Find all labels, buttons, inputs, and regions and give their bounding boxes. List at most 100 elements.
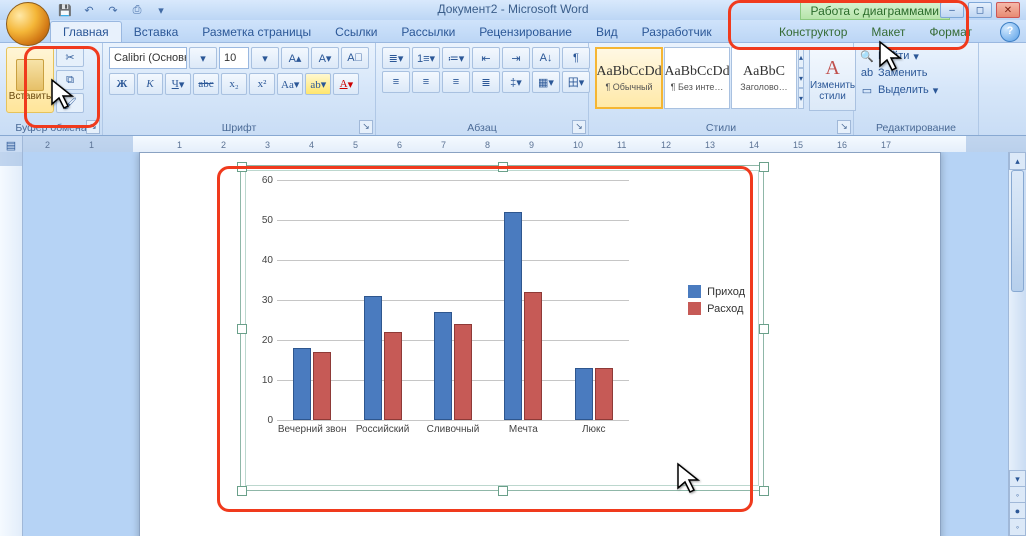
gallery-more-button[interactable]: ▾	[798, 88, 804, 109]
selection-handle[interactable]	[237, 486, 247, 496]
x-tick-label: Мечта	[488, 424, 558, 436]
cut-button[interactable]: ✂	[56, 47, 84, 67]
maximize-button[interactable]: ◻	[968, 2, 992, 18]
show-marks-button[interactable]: ¶	[562, 47, 590, 69]
font-name-combo[interactable]: Calibri (Основной те	[109, 47, 187, 69]
document-area[interactable]: 0102030405060 Вечерний звонРоссийскийСли…	[23, 152, 1026, 536]
selection-handle[interactable]	[237, 324, 247, 334]
tab-view[interactable]: Вид	[584, 22, 630, 42]
bar[interactable]	[524, 292, 542, 420]
bar[interactable]	[575, 368, 593, 420]
find-button[interactable]: 🔍Найти ▾	[860, 49, 972, 63]
bar[interactable]	[454, 324, 472, 420]
tab-chart-design[interactable]: Конструктор	[767, 22, 859, 42]
bullets-button[interactable]: ≣▾	[382, 47, 410, 69]
office-button[interactable]	[6, 2, 50, 46]
selection-handle[interactable]	[759, 324, 769, 334]
multilevel-list-button[interactable]: ≔▾	[442, 47, 470, 69]
undo-icon[interactable]: ↶	[80, 2, 98, 18]
strikethrough-button[interactable]: abc	[193, 73, 219, 95]
chart-object[interactable]: 0102030405060 Вечерний звонРоссийскийСли…	[240, 165, 764, 491]
redo-icon[interactable]: ↷	[104, 2, 122, 18]
tab-chart-layout[interactable]: Макет	[859, 22, 917, 42]
align-right-button[interactable]: ≡	[442, 71, 470, 93]
increase-indent-button[interactable]: ⇥	[502, 47, 530, 69]
vertical-ruler[interactable]	[0, 152, 23, 536]
font-color-button[interactable]: A▾	[333, 73, 359, 95]
align-left-button[interactable]: ≡	[382, 71, 410, 93]
bar[interactable]	[384, 332, 402, 420]
tab-references[interactable]: Ссылки	[323, 22, 389, 42]
legend-item: Приход	[688, 285, 745, 298]
bar[interactable]	[364, 296, 382, 420]
group-styles-label: Стили	[706, 122, 736, 134]
underline-button[interactable]: Ч▾	[165, 73, 191, 95]
line-spacing-button[interactable]: ‡▾	[502, 71, 530, 93]
shading-button[interactable]: ▦▾	[532, 71, 560, 93]
clear-formatting-button[interactable]: A⃠	[341, 47, 369, 69]
selection-handle[interactable]	[498, 162, 508, 172]
tab-review[interactable]: Рецензирование	[467, 22, 584, 42]
selection-handle[interactable]	[759, 486, 769, 496]
font-name-dropdown[interactable]: ▾	[189, 47, 217, 69]
replace-button[interactable]: abЗаменить	[860, 66, 972, 80]
style-name: ¶ Без инте…	[671, 82, 724, 92]
selection-handle[interactable]	[759, 162, 769, 172]
select-button[interactable]: ▭Выделить ▾	[860, 83, 972, 97]
numbering-button[interactable]: 1≡▾	[412, 47, 440, 69]
style-gallery-item[interactable]: AaBbCcDd¶ Обычный	[595, 47, 663, 109]
save-icon[interactable]: 💾	[56, 2, 74, 18]
bar[interactable]	[313, 352, 331, 420]
selection-handle[interactable]	[498, 486, 508, 496]
minimize-button[interactable]: –	[940, 2, 964, 18]
bar[interactable]	[434, 312, 452, 420]
change-styles-icon: A	[825, 57, 839, 80]
next-page-button[interactable]: ◦	[1009, 518, 1026, 536]
copy-button[interactable]: ⧉	[56, 70, 84, 90]
italic-button[interactable]: К	[137, 73, 163, 95]
decrease-indent-button[interactable]: ⇤	[472, 47, 500, 69]
subscript-button[interactable]: x₂	[221, 73, 247, 95]
change-styles-button[interactable]: A Изменить стили	[809, 47, 856, 111]
scroll-thumb[interactable]	[1011, 170, 1024, 292]
close-button[interactable]: ✕	[996, 2, 1020, 18]
paragraph-launcher[interactable]: ↘	[572, 120, 586, 134]
tab-mailings[interactable]: Рассылки	[389, 22, 467, 42]
tab-home[interactable]: Главная	[50, 21, 122, 42]
bar[interactable]	[504, 212, 522, 420]
style-gallery-item[interactable]: AaBbCЗаголово…	[731, 47, 797, 109]
clipboard-launcher[interactable]: ↘	[86, 120, 100, 134]
align-center-button[interactable]: ≡	[412, 71, 440, 93]
gallery-down-button[interactable]: ▾	[798, 68, 804, 89]
tab-chart-format[interactable]: Формат	[917, 22, 984, 42]
shrink-font-button[interactable]: A▾	[311, 47, 339, 69]
grow-font-button[interactable]: A▴	[281, 47, 309, 69]
selection-handle[interactable]	[237, 162, 247, 172]
tab-page-layout[interactable]: Разметка страницы	[190, 22, 323, 42]
style-gallery-item[interactable]: AaBbCcDd¶ Без инте…	[664, 47, 730, 109]
change-case-button[interactable]: Aa▾	[277, 73, 303, 95]
quick-print-icon[interactable]: ⎙	[128, 2, 146, 18]
bold-button[interactable]: Ж	[109, 73, 135, 95]
tab-developer[interactable]: Разработчик	[630, 22, 724, 42]
help-button[interactable]: ?	[1000, 22, 1020, 42]
font-size-combo[interactable]: 10	[219, 47, 249, 69]
superscript-button[interactable]: x²	[249, 73, 275, 95]
qat-more-icon[interactable]: ▾	[152, 2, 170, 18]
paste-button[interactable]: Вставить	[6, 47, 54, 113]
borders-button[interactable]: 田▾	[562, 71, 590, 93]
bar[interactable]	[595, 368, 613, 420]
replace-icon: ab	[860, 66, 874, 80]
bar[interactable]	[293, 348, 311, 420]
font-size-dropdown[interactable]: ▾	[251, 47, 279, 69]
gallery-up-button[interactable]: ▴	[798, 47, 804, 68]
sort-button[interactable]: A↓	[532, 47, 560, 69]
vertical-scrollbar[interactable]: ▴ ▾ ◦ ● ◦	[1008, 152, 1026, 536]
styles-launcher[interactable]: ↘	[837, 120, 851, 134]
scroll-up-button[interactable]: ▴	[1009, 152, 1026, 170]
tab-insert[interactable]: Вставка	[122, 22, 191, 42]
font-launcher[interactable]: ↘	[359, 120, 373, 134]
highlight-button[interactable]: ab▾	[305, 73, 331, 95]
justify-button[interactable]: ≣	[472, 71, 500, 93]
format-painter-button[interactable]: 🖌	[56, 93, 84, 113]
